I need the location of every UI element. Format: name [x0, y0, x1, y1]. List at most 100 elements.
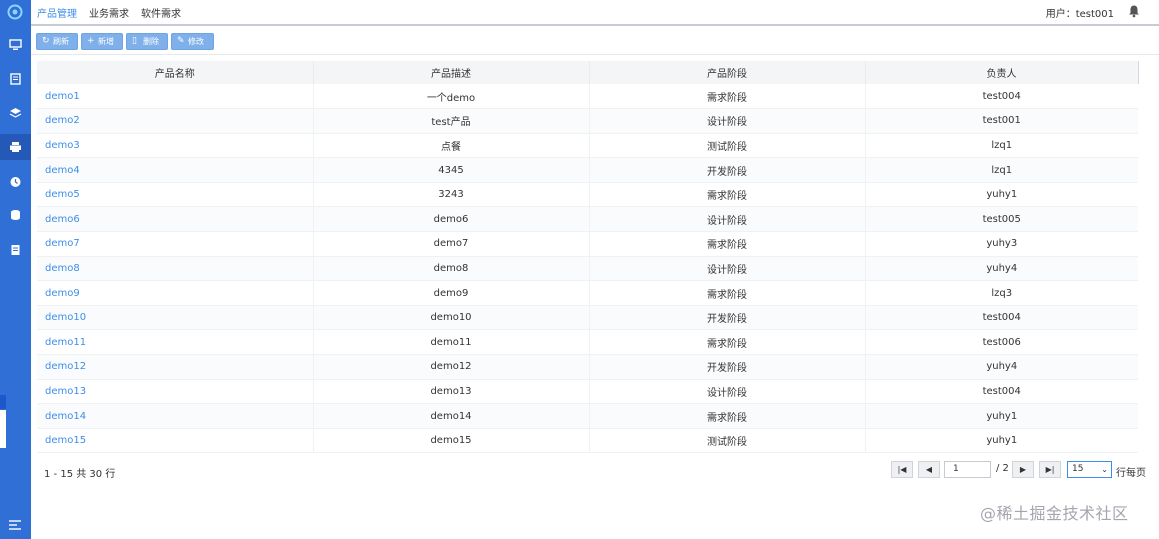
layers-icon[interactable] — [9, 107, 22, 119]
refresh-label: 刷新 — [53, 37, 69, 46]
cell-owner: lzq1 — [865, 133, 1138, 159]
cell-product-stage: 开发阶段 — [589, 157, 866, 183]
cell-product-name[interactable]: demo13 — [37, 379, 314, 405]
table-row[interactable]: demo1 一个demo 需求阶段 test004 — [37, 84, 1138, 110]
cell-product-name[interactable]: demo5 — [37, 182, 314, 208]
cell-owner: test006 — [865, 329, 1138, 356]
sidebar-edge-marker — [0, 395, 6, 409]
table-row[interactable]: demo10 demo10 开发阶段 test004 — [37, 305, 1138, 331]
cell-owner: yuhy1 — [865, 428, 1138, 454]
cell-owner: yuhy1 — [865, 403, 1138, 429]
table-row[interactable]: demo2 test产品 设计阶段 test001 — [37, 108, 1138, 134]
cell-owner: test004 — [865, 305, 1138, 331]
prev-page-icon: ◀ — [925, 465, 933, 474]
first-page-icon: |◀ — [897, 465, 907, 474]
cell-owner: test004 — [865, 84, 1138, 110]
cell-product-stage: 设计阶段 — [589, 108, 866, 134]
report-icon[interactable] — [9, 244, 22, 256]
cell-product-name[interactable]: demo2 — [37, 108, 314, 134]
cell-product-name[interactable]: demo11 — [37, 329, 314, 356]
cell-product-stage: 需求阶段 — [589, 329, 866, 356]
column-header-owner[interactable]: 负责人 — [865, 61, 1139, 84]
delete-button[interactable]: ▯ 删除 — [126, 33, 168, 50]
cell-product-name[interactable]: demo6 — [37, 206, 314, 233]
cell-product-description: demo9 — [313, 280, 590, 306]
cell-product-description: demo14 — [313, 403, 590, 429]
cell-owner: yuhy4 — [865, 354, 1138, 380]
table-row[interactable]: demo4 4345 开发阶段 lzq1 — [37, 157, 1138, 183]
last-page-button[interactable]: ▶| — [1039, 461, 1061, 478]
toolbar: ↻ 刷新 + 新增 ▯ 删除 ✎ 修改 — [31, 28, 1159, 55]
cell-owner: lzq3 — [865, 280, 1138, 306]
cell-product-description: demo10 — [313, 305, 590, 331]
bell-icon[interactable] — [1127, 4, 1141, 18]
table-row[interactable]: demo3 点餐 测试阶段 lzq1 — [37, 133, 1138, 159]
logo-icon[interactable] — [7, 4, 23, 20]
table-row[interactable]: demo9 demo9 需求阶段 lzq3 — [37, 280, 1138, 306]
table-row[interactable]: demo11 demo11 需求阶段 test006 — [37, 329, 1138, 356]
nav-software-requirements[interactable]: 软件需求 — [141, 5, 181, 20]
topbar: 产品管理 业务需求 软件需求 用户：test001 — [31, 0, 1159, 26]
sidebar-edge-tab[interactable] — [0, 410, 6, 448]
first-page-button[interactable]: |◀ — [891, 461, 913, 478]
cell-product-name[interactable]: demo9 — [37, 280, 314, 306]
table-body: demo1 一个demo 需求阶段 test004 demo2 test产品 设计阶段 tes… — [37, 84, 1138, 454]
page-number-input[interactable]: 1 — [944, 461, 991, 478]
rows-per-page-select[interactable]: 15 ⌄ — [1067, 461, 1112, 478]
cell-product-name[interactable]: demo10 — [37, 305, 314, 331]
document-icon[interactable] — [9, 73, 22, 85]
rows-per-page-label: 行每页 — [1116, 468, 1146, 479]
cell-product-stage: 需求阶段 — [589, 280, 866, 306]
plus-icon: + — [87, 36, 95, 46]
table-row[interactable]: demo5 3243 需求阶段 yuhy1 — [37, 182, 1138, 208]
prev-page-button[interactable]: ◀ — [918, 461, 940, 478]
table-row[interactable]: demo7 demo7 需求阶段 yuhy3 — [37, 231, 1138, 257]
cell-product-name[interactable]: demo15 — [37, 428, 314, 454]
add-button[interactable]: + 新增 — [81, 33, 123, 50]
pagination-summary: 1 - 15 共 30 行 — [44, 469, 116, 480]
table-row[interactable]: demo15 demo15 测试阶段 yuhy1 — [37, 428, 1138, 454]
column-header-product-stage[interactable]: 产品阶段 — [589, 61, 866, 84]
clock-icon[interactable] — [9, 176, 22, 188]
cell-owner: test004 — [865, 379, 1138, 405]
refresh-icon: ↻ — [42, 36, 50, 46]
cell-owner: yuhy4 — [865, 256, 1138, 282]
edit-label: 修改 — [188, 37, 204, 46]
table-row[interactable]: demo14 demo14 需求阶段 yuhy1 — [37, 403, 1138, 429]
edit-button[interactable]: ✎ 修改 — [171, 33, 214, 50]
user-label: 用户：test001 — [1045, 9, 1114, 20]
cell-owner: lzq1 — [865, 157, 1138, 183]
cell-product-name[interactable]: demo14 — [37, 403, 314, 429]
cell-product-description: test产品 — [313, 108, 590, 134]
cell-product-name[interactable]: demo1 — [37, 84, 314, 110]
cell-product-name[interactable]: demo12 — [37, 354, 314, 380]
next-page-button[interactable]: ▶ — [1012, 461, 1034, 478]
cell-product-description: 点餐 — [313, 133, 590, 159]
cell-product-name[interactable]: demo7 — [37, 231, 314, 257]
table-row[interactable]: demo6 demo6 设计阶段 test005 — [37, 206, 1138, 233]
database-icon[interactable] — [9, 209, 22, 221]
printer-icon[interactable] — [9, 141, 22, 153]
product-table: 产品名称 产品描述 产品阶段 负责人 demo1 一个demo 需求阶段 test00… — [37, 61, 1139, 454]
cell-product-name[interactable]: demo4 — [37, 157, 314, 183]
refresh-button[interactable]: ↻ 刷新 — [36, 33, 78, 50]
cell-product-stage: 需求阶段 — [589, 403, 866, 429]
cell-owner: yuhy1 — [865, 182, 1138, 208]
table-row[interactable]: demo13 demo13 设计阶段 test004 — [37, 379, 1138, 405]
table-row[interactable]: demo12 demo12 开发阶段 yuhy4 — [37, 354, 1138, 380]
column-header-product-description[interactable]: 产品描述 — [313, 61, 590, 84]
cell-product-description: demo8 — [313, 256, 590, 282]
cell-product-name[interactable]: demo3 — [37, 133, 314, 159]
add-label: 新增 — [98, 37, 114, 46]
menu-icon[interactable] — [8, 519, 22, 531]
nav-product-management[interactable]: 产品管理 — [37, 5, 77, 20]
column-header-product-name[interactable]: 产品名称 — [37, 61, 314, 84]
edit-icon: ✎ — [177, 36, 185, 46]
cell-product-description: 4345 — [313, 157, 590, 183]
table-row[interactable]: demo8 demo8 设计阶段 yuhy4 — [37, 256, 1138, 282]
cell-product-name[interactable]: demo8 — [37, 256, 314, 282]
cell-product-description: demo15 — [313, 428, 590, 454]
monitor-icon[interactable] — [9, 39, 22, 51]
nav-business-requirements[interactable]: 业务需求 — [89, 5, 129, 20]
cell-product-stage: 开发阶段 — [589, 305, 866, 331]
